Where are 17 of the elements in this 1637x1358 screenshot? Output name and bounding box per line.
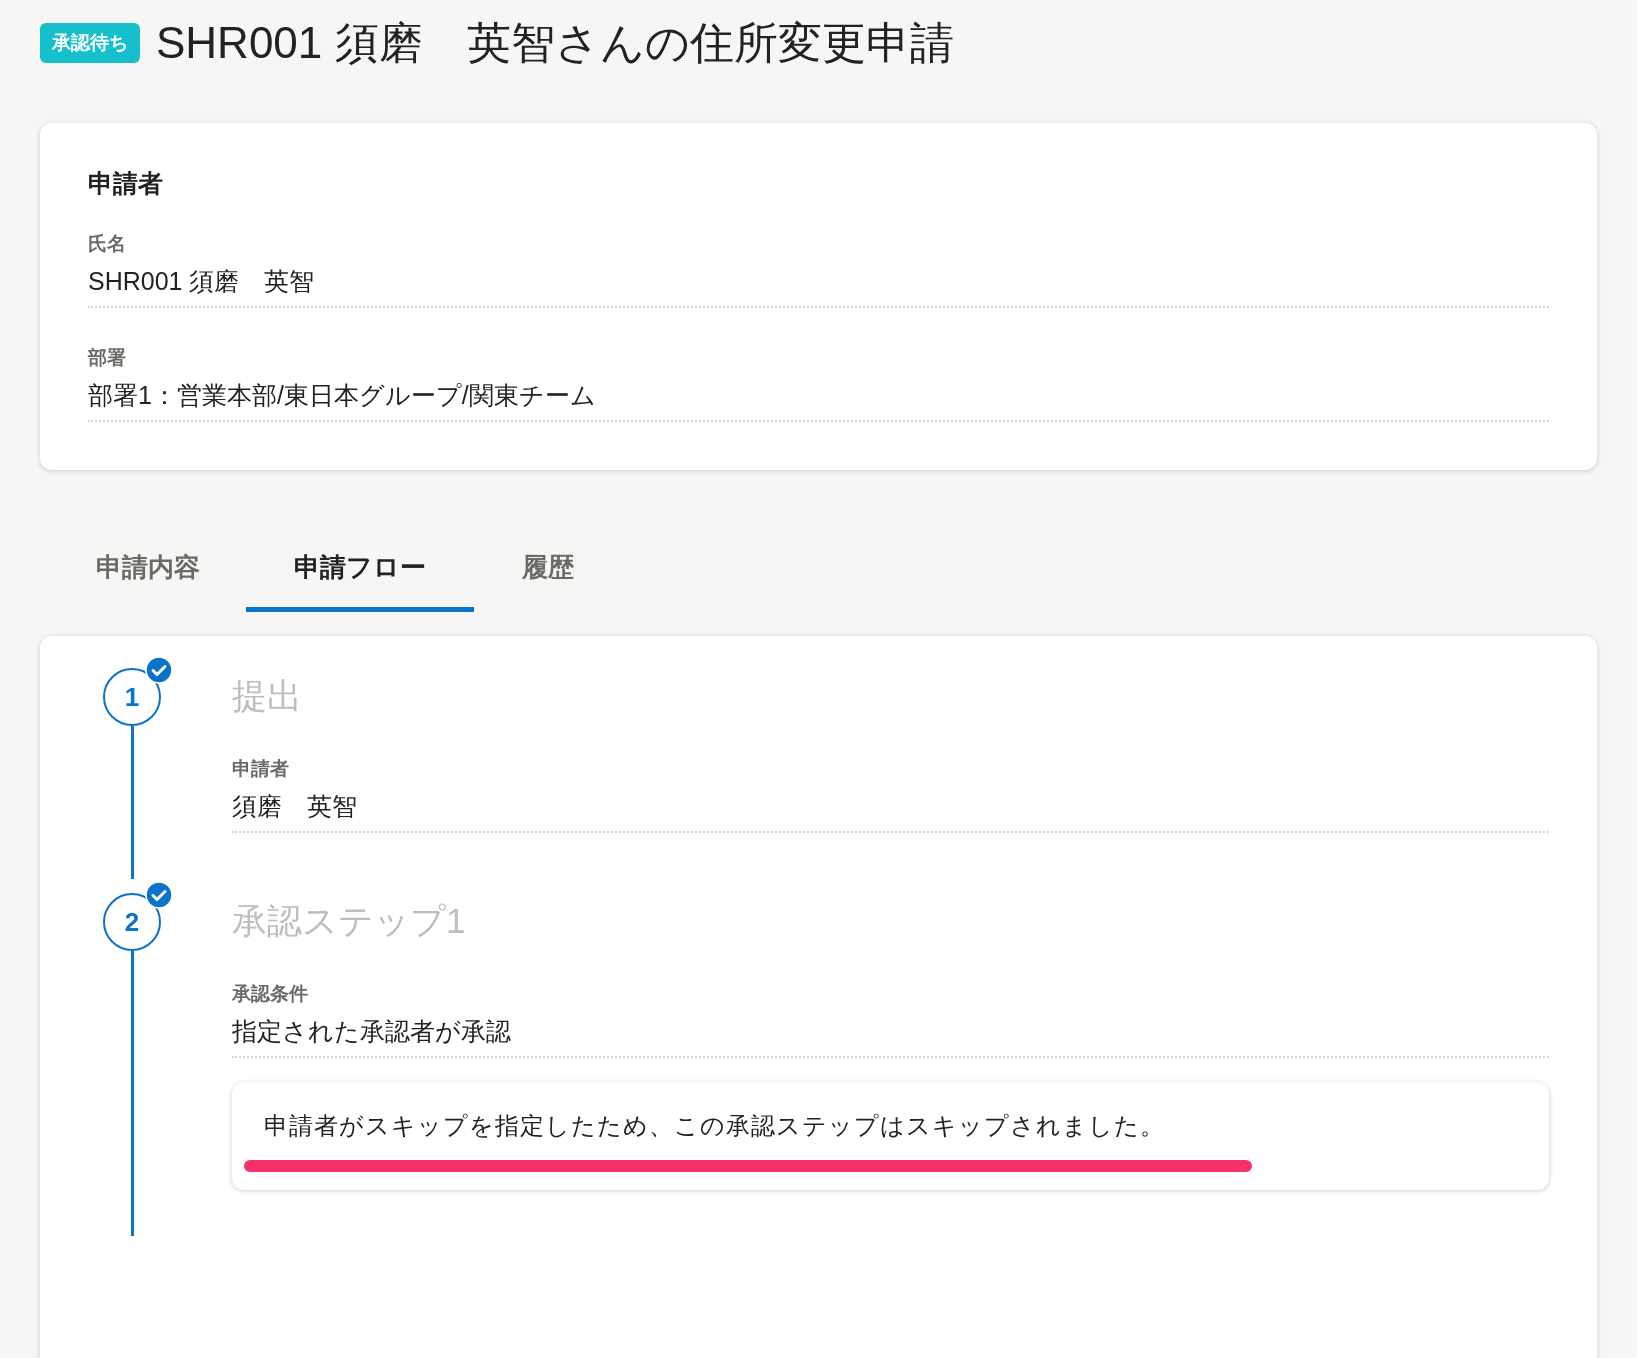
field-label: 承認条件 <box>232 984 309 1003</box>
tab[interactable]: 申請フロー <box>246 532 474 612</box>
field-value: 指定された承認者が承認 <box>232 1019 512 1044</box>
field-label: 申請者 <box>232 759 290 778</box>
field-value: SHR001 須磨 英智 <box>88 269 316 294</box>
tab[interactable]: 申請内容 <box>52 532 246 612</box>
notice-text: 申請者がスキップを指定したため、この承認ステップはスキップされました。 <box>264 1114 1166 1138</box>
step-title: 承認ステップ1 <box>232 903 467 938</box>
field-label: 氏名 <box>88 234 127 253</box>
field-value: 須磨 英智 <box>232 794 358 819</box>
tab[interactable]: 履歴 <box>474 532 622 612</box>
field-value: 部署1：営業本部/東日本グループ/関東チーム <box>88 383 597 408</box>
page-title: SHR001 須磨 英智さんの住所変更申請 <box>156 21 954 65</box>
section-heading: 申請者 <box>88 171 164 196</box>
step-title: 提出 <box>232 678 303 713</box>
field-label: 部署 <box>88 348 127 367</box>
status-badge: 承認待ち <box>40 22 140 64</box>
